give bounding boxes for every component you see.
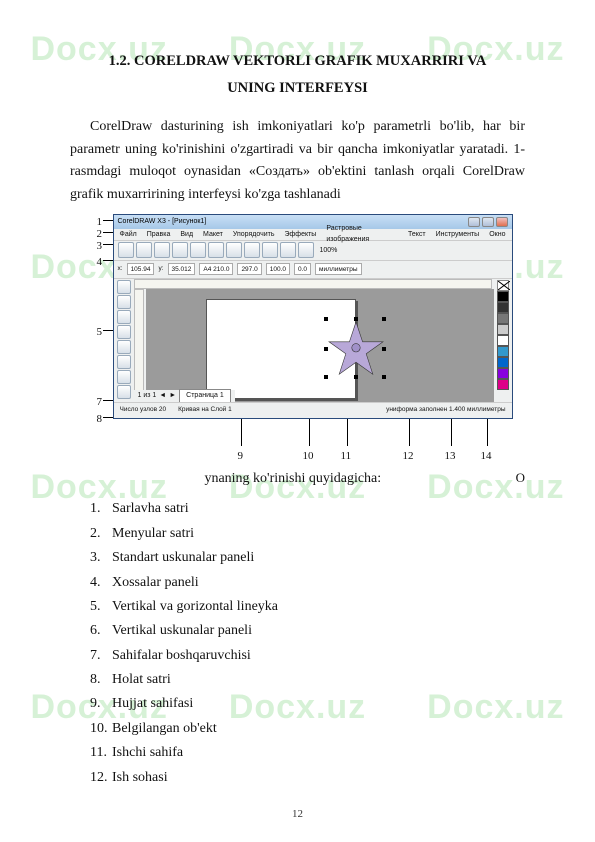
units-field[interactable]: миллиметры [315,263,361,275]
list-item: 10.Belgilangan ob'ekt [90,718,525,740]
vertical-ruler [134,289,144,402]
callout-4: 4 [97,254,103,272]
angle-field[interactable]: 0.0 [294,263,311,275]
cut-icon[interactable] [190,242,206,258]
figure-caption: ynaning ko'rinishi quyidagicha: [70,468,525,490]
list-item: 11.Ishchi sahifa [90,742,525,764]
list-item: 2.Menyular satri [90,523,525,545]
callout-10: 10 [303,448,314,466]
swatch-darkgray[interactable] [497,302,509,313]
status-bar: Число узлов 20 Кривая на Слой 1 униформа… [114,402,512,418]
toolbox [116,279,132,402]
coreldraw-figure: 1 2 3 4 5 7 8 9 10 11 12 13 14 CorelDRAW… [83,214,513,464]
list-item: 12.Ish sohasi [90,767,525,789]
callout-9: 9 [238,448,244,466]
callout-3: 3 [97,238,103,256]
menu-bitmaps[interactable]: Растровые изображения [326,223,398,245]
list-item: 3.Standart uskunalar paneli [90,547,525,569]
list-item: 8.Holat satri [90,669,525,691]
new-icon[interactable] [118,242,134,258]
swatch-lightgray[interactable] [497,324,509,335]
menu-window[interactable]: Окно [489,229,505,240]
ellipse-tool-icon[interactable] [117,370,131,384]
list-item: 6.Vertikal uskunalar paneli [90,620,525,642]
callout-12: 12 [403,448,414,466]
title-bar: CorelDRAW X3 - [Рисунок1] [114,215,512,229]
menu-bar: Файл Правка Вид Макет Упорядочить Эффект… [114,229,512,241]
list-item: 9.Hujjat sahifasi [90,693,525,715]
heading-sub: UNING INTERFEYSI [70,77,525,100]
standard-toolbar: 100% [114,241,512,261]
menu-layout[interactable]: Макет [203,229,223,240]
menu-tools[interactable]: Инструменты [436,229,480,240]
zoom-tool-icon[interactable] [117,325,131,339]
swatch-darkblue[interactable] [497,357,509,368]
menu-view[interactable]: Вид [180,229,193,240]
list-item: 5.Vertikal va gorizontal lineyka [90,596,525,618]
app-title: CorelDRAW X3 - [Рисунок1] [118,216,207,227]
list-item: 7.Sahifalar boshqaruvchisi [90,645,525,667]
open-icon[interactable] [136,242,152,258]
horizontal-ruler [134,279,492,289]
status-fill: униформа заполнен 1.400 миллиметры [386,405,505,415]
maximize-button[interactable] [482,217,494,227]
page-navigator: 1 из 1 ◄► Страница 1 [134,390,235,402]
menu-file[interactable]: Файл [120,229,137,240]
page-counter: 1 из 1 [138,390,157,401]
rectangle-tool-icon[interactable] [117,355,131,369]
page-tab[interactable]: Страница 1 [179,389,231,402]
callout-7: 7 [97,394,103,412]
crop-tool-icon[interactable] [117,310,131,324]
heading-main: 1.2. CORELDRAW VEKTORLI GRAFIK MUXARRIRI… [70,50,525,73]
undo-icon[interactable] [244,242,260,258]
paste-icon[interactable] [226,242,242,258]
copy-icon[interactable] [208,242,224,258]
scale-field[interactable]: 100.0 [266,263,290,275]
pick-tool-icon[interactable] [117,280,131,294]
property-bar: x:105.94 y:35.012 A4 210.0 297.0 100.0 0… [114,261,512,279]
swatch-magenta[interactable] [497,379,509,390]
callout-8: 8 [97,411,103,429]
status-layer: Кривая на Слой 1 [178,405,232,415]
status-nodes: Число узлов 20 [120,405,167,415]
print-icon[interactable] [172,242,188,258]
redo-icon[interactable] [262,242,278,258]
callout-13: 13 [445,448,456,466]
swatch-white[interactable] [497,335,509,346]
x-field[interactable]: 105.94 [127,263,155,275]
shape-tool-icon[interactable] [117,295,131,309]
export-icon[interactable] [298,242,314,258]
y-field[interactable]: 35.012 [168,263,196,275]
save-icon[interactable] [154,242,170,258]
work-area[interactable] [146,289,494,402]
height-field[interactable]: 297.0 [237,263,261,275]
list-item: 4.Xossalar paneli [90,572,525,594]
menu-effects[interactable]: Эффекты [285,229,317,240]
import-icon[interactable] [280,242,296,258]
zoom-field[interactable]: 100% [320,245,338,256]
caption-letter: O [516,468,525,489]
minimize-button[interactable] [468,217,480,227]
swatch-blue[interactable] [497,346,509,357]
intro-paragraph: CorelDraw dasturining ish imkoniyatlari … [70,116,525,206]
swatch-gray[interactable] [497,313,509,324]
coreldraw-window: CorelDRAW X3 - [Рисунок1] Файл Правка Ви… [113,214,513,419]
paper-field[interactable]: A4 210.0 [199,263,233,275]
interface-list: 1.Sarlavha satri 2.Menyular satri 3.Stan… [90,498,525,789]
page-number: 12 [0,806,595,824]
callout-14: 14 [481,448,492,466]
freehand-tool-icon[interactable] [117,340,131,354]
polygon-tool-icon[interactable] [117,385,131,399]
swatch-black[interactable] [497,291,509,302]
close-button[interactable] [496,217,508,227]
swatch-purple[interactable] [497,368,509,379]
callout-11: 11 [341,448,352,466]
menu-edit[interactable]: Правка [147,229,171,240]
list-item: 1.Sarlavha satri [90,498,525,520]
callout-5: 5 [97,324,103,342]
menu-text[interactable]: Текст [408,229,426,240]
color-palette [496,279,510,402]
menu-arrange[interactable]: Упорядочить [233,229,275,240]
selected-star-object[interactable] [326,319,386,379]
